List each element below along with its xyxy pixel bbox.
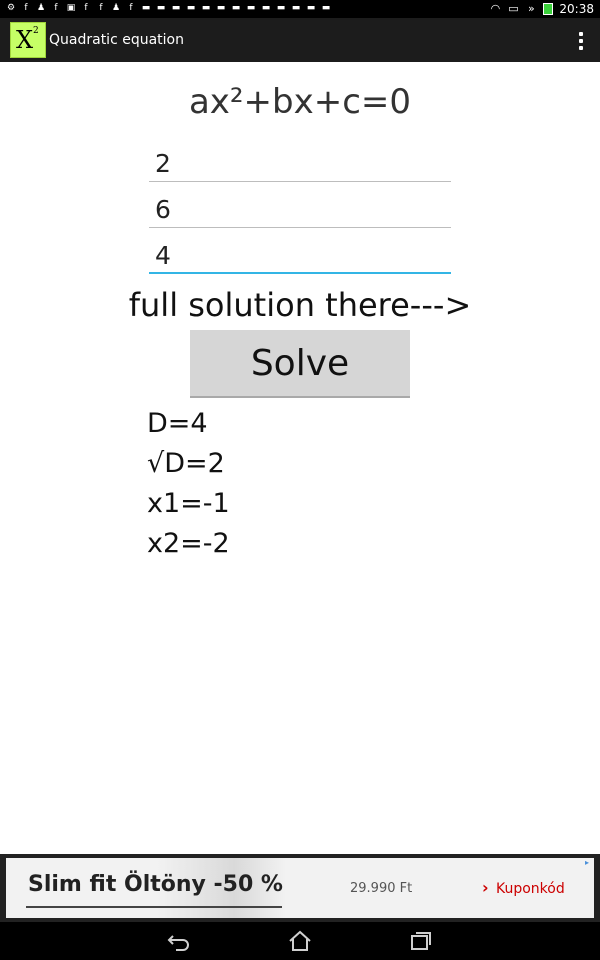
root-x2-result: x2=-2 bbox=[147, 528, 230, 559]
settings-icon: ⚙ bbox=[6, 3, 16, 13]
full-solution-hint: full solution there---> bbox=[128, 286, 472, 324]
battery-charging-icon bbox=[543, 3, 554, 15]
chat-icon: ▬ bbox=[186, 3, 196, 13]
person-add-icon: ♟ bbox=[36, 3, 46, 13]
facebook-icon: f bbox=[129, 3, 133, 13]
more-vert-icon[interactable] bbox=[578, 32, 584, 50]
chevron-right-icon: › bbox=[482, 878, 489, 897]
ad-title: Slim fit Öltöny -50 % bbox=[28, 872, 283, 897]
ad-price: 29.990 Ft bbox=[350, 881, 413, 896]
action-bar: X 2 Quadratic equation bbox=[0, 18, 600, 62]
clock: 20:38 bbox=[559, 2, 594, 16]
app-icon-letter: X bbox=[16, 26, 34, 54]
back-icon[interactable] bbox=[164, 928, 194, 954]
ad-choices-icon[interactable]: ▸ bbox=[582, 858, 592, 868]
system-status: ◠ ▭ » 20:38 bbox=[489, 1, 594, 17]
app-icon-superscript: 2 bbox=[33, 26, 39, 36]
equation-formula: ax²+bx+c=0 bbox=[188, 82, 412, 122]
chat-icon: ▬ bbox=[171, 3, 181, 13]
sqrt-discriminant-result: √D=2 bbox=[147, 448, 225, 479]
chat-icon: ▬ bbox=[156, 3, 166, 13]
coefficient-a-input[interactable] bbox=[149, 146, 451, 182]
app-icon[interactable]: X 2 bbox=[10, 22, 46, 58]
status-bar: ⚙ f ♟ f ▣ f f ♟ f ▬ ▬ ▬ ▬ ▬ ▬ ▬ ▬ ▬ ▬ ▬ … bbox=[0, 0, 600, 18]
ad-banner[interactable]: Slim fit Öltöny -50 % 29.990 Ft › Kuponk… bbox=[0, 854, 600, 922]
discriminant-result: D=4 bbox=[147, 408, 208, 439]
chat-icon: ▬ bbox=[201, 3, 211, 13]
wifi-icon: ◠ bbox=[490, 2, 501, 15]
facebook-icon: f bbox=[24, 3, 28, 13]
image-icon: ▣ bbox=[66, 3, 76, 13]
notification-icons: ⚙ f ♟ f ▣ f f ♟ f ▬ ▬ ▬ ▬ ▬ ▬ ▬ ▬ ▬ ▬ ▬ … bbox=[6, 2, 331, 14]
chat-icon: ▬ bbox=[216, 3, 226, 13]
chat-icon: ▬ bbox=[321, 3, 331, 13]
coefficient-c-input[interactable] bbox=[149, 238, 451, 274]
ad-title-underline bbox=[26, 906, 282, 908]
chat-icon: ▬ bbox=[141, 3, 151, 13]
app-title: Quadratic equation bbox=[49, 32, 184, 48]
root-x1-result: x1=-1 bbox=[147, 488, 230, 519]
navigation-bar bbox=[0, 922, 600, 960]
chat-icon: ▬ bbox=[291, 3, 301, 13]
chat-icon: ▬ bbox=[246, 3, 256, 13]
results-list: D=4 √D=2 x1=-1 x2=-2 bbox=[147, 404, 447, 564]
ad-content[interactable]: Slim fit Öltöny -50 % 29.990 Ft › Kuponk… bbox=[6, 858, 594, 918]
chat-icon: ▬ bbox=[276, 3, 286, 13]
facebook-icon: f bbox=[84, 3, 88, 13]
ad-coupon-link[interactable]: Kuponkód bbox=[496, 880, 565, 898]
chat-icon: ▬ bbox=[261, 3, 271, 13]
recent-apps-icon[interactable] bbox=[406, 928, 436, 954]
fast-forward-icon: » bbox=[528, 2, 535, 15]
person-add-icon: ♟ bbox=[111, 3, 121, 13]
home-icon[interactable] bbox=[285, 928, 315, 954]
coefficient-b-input[interactable] bbox=[149, 192, 451, 228]
download-icon: ▭ bbox=[508, 2, 519, 15]
facebook-icon: f bbox=[99, 3, 103, 13]
facebook-icon: f bbox=[54, 3, 58, 13]
solve-button[interactable]: Solve bbox=[190, 330, 410, 398]
chat-icon: ▬ bbox=[231, 3, 241, 13]
chat-icon: ▬ bbox=[306, 3, 316, 13]
